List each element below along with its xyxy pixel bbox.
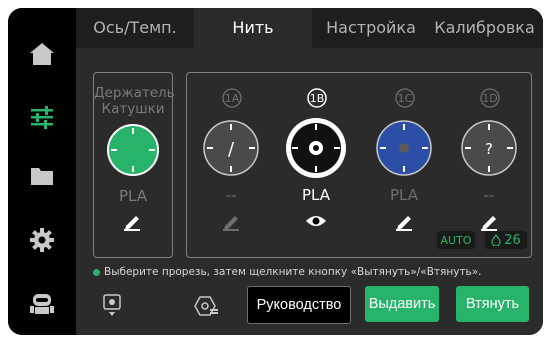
slot-1a-spool-icon: / bbox=[203, 120, 259, 176]
ams-slot-1d[interactable]: 1D ? -- bbox=[455, 73, 523, 257]
main-area: Ось/Темп. Нить Настройка Калибровка Держ… bbox=[76, 8, 543, 335]
spool-holder-spool-icon bbox=[107, 124, 159, 176]
slot-1d-id: 1D bbox=[482, 92, 497, 105]
auto-badge[interactable]: AUTO bbox=[437, 231, 475, 249]
tab-bar: Ось/Темп. Нить Настройка Калибровка bbox=[76, 8, 543, 48]
spool-holder-label-line2: Катушки bbox=[101, 101, 165, 117]
slot-1d-symbol: ? bbox=[485, 140, 493, 158]
spool-holder-label-line1: Держатель bbox=[94, 85, 175, 101]
hint-dot-icon bbox=[93, 268, 100, 276]
pencil-icon[interactable] bbox=[122, 213, 142, 231]
slot-1b-id: 1B bbox=[310, 92, 325, 105]
pencil-icon[interactable] bbox=[221, 213, 241, 231]
slot-number-icon: 1D bbox=[480, 88, 500, 108]
printer-screen: Ось/Темп. Нить Настройка Калибровка Держ… bbox=[8, 8, 543, 335]
ams-panel: 1A / -- 1B PLA 1C PLA 1D ? -- AUTO 26 bbox=[186, 72, 532, 258]
spool-settings-icon[interactable] bbox=[193, 295, 219, 317]
pencil-icon[interactable] bbox=[479, 213, 499, 231]
hint-row: Выберите прорезь, затем щелкните кнопку … bbox=[93, 264, 533, 280]
tab-settings[interactable]: Настройка bbox=[312, 8, 430, 48]
slot-1c-material: PLA bbox=[389, 186, 418, 204]
slot-1c-id: 1C bbox=[398, 92, 413, 105]
tab-axis-temp[interactable]: Ось/Темп. bbox=[76, 8, 194, 48]
hint-text: Выберите прорезь, затем щелкните кнопку … bbox=[104, 266, 482, 278]
humidity-icon bbox=[491, 234, 501, 246]
gear-icon[interactable] bbox=[26, 224, 58, 256]
slot-1d-material: -- bbox=[483, 186, 495, 204]
slot-number-icon: 1A bbox=[222, 88, 242, 108]
sidebar bbox=[8, 8, 76, 335]
humidity-badge[interactable]: 26 bbox=[485, 231, 527, 249]
slot-1a-id: 1A bbox=[225, 92, 240, 105]
spool-holder-material: PLA bbox=[118, 187, 147, 205]
ams-slot-1a[interactable]: 1A / -- bbox=[197, 73, 265, 257]
humidity-value: 26 bbox=[504, 232, 521, 248]
slot-number-icon: 1C bbox=[395, 88, 415, 108]
slot-1b-spool-icon bbox=[286, 118, 346, 178]
extrude-button[interactable]: Выдавить bbox=[365, 286, 439, 322]
robot-icon[interactable] bbox=[26, 287, 58, 319]
guide-button[interactable]: Руководство bbox=[247, 286, 351, 324]
nozzle-icon[interactable] bbox=[101, 293, 123, 317]
ams-slot-1b[interactable]: 1B PLA bbox=[282, 73, 350, 257]
folder-icon[interactable] bbox=[26, 160, 58, 192]
slot-number-icon: 1B bbox=[307, 88, 327, 108]
slot-1a-symbol: / bbox=[228, 139, 235, 160]
ams-slot-1c[interactable]: 1C PLA bbox=[370, 73, 438, 257]
spool-holder-panel[interactable]: Держатель Катушки PLA bbox=[93, 72, 175, 258]
slot-1c-spool-icon bbox=[376, 120, 432, 176]
pencil-icon[interactable] bbox=[394, 213, 414, 231]
tab-filament[interactable]: Нить bbox=[194, 8, 312, 48]
retract-button[interactable]: Втянуть bbox=[456, 286, 529, 322]
slot-1a-material: -- bbox=[225, 186, 237, 204]
slot-1d-spool-icon: ? bbox=[461, 120, 517, 176]
home-icon[interactable] bbox=[26, 38, 58, 70]
slot-1b-material: PLA bbox=[301, 186, 330, 204]
sliders-icon[interactable] bbox=[26, 101, 58, 133]
eye-icon[interactable] bbox=[305, 213, 327, 229]
tab-calibration[interactable]: Калибровка bbox=[426, 8, 543, 48]
